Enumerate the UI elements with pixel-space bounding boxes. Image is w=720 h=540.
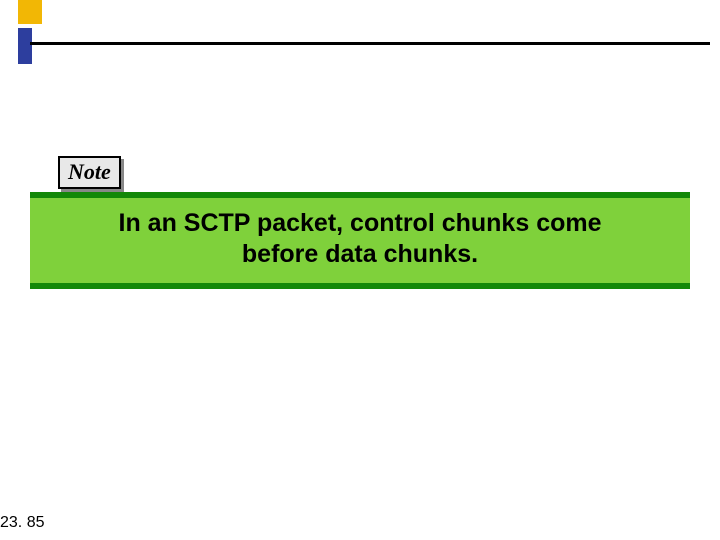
banner-bottom-bar <box>30 283 690 289</box>
note-label: Note <box>58 156 121 189</box>
horizontal-rule <box>30 42 710 45</box>
corner-ornament <box>18 0 58 64</box>
note-banner: In an SCTP packet, control chunks come b… <box>30 192 690 289</box>
banner-line-2: before data chunks. <box>48 239 672 270</box>
blue-rect-icon <box>18 28 32 64</box>
note-label-wrap: Note <box>58 156 121 189</box>
banner-body: In an SCTP packet, control chunks come b… <box>30 198 690 283</box>
gold-square-icon <box>18 0 42 24</box>
page-number: 23. 85 <box>0 514 44 532</box>
banner-line-1: In an SCTP packet, control chunks come <box>48 208 672 239</box>
